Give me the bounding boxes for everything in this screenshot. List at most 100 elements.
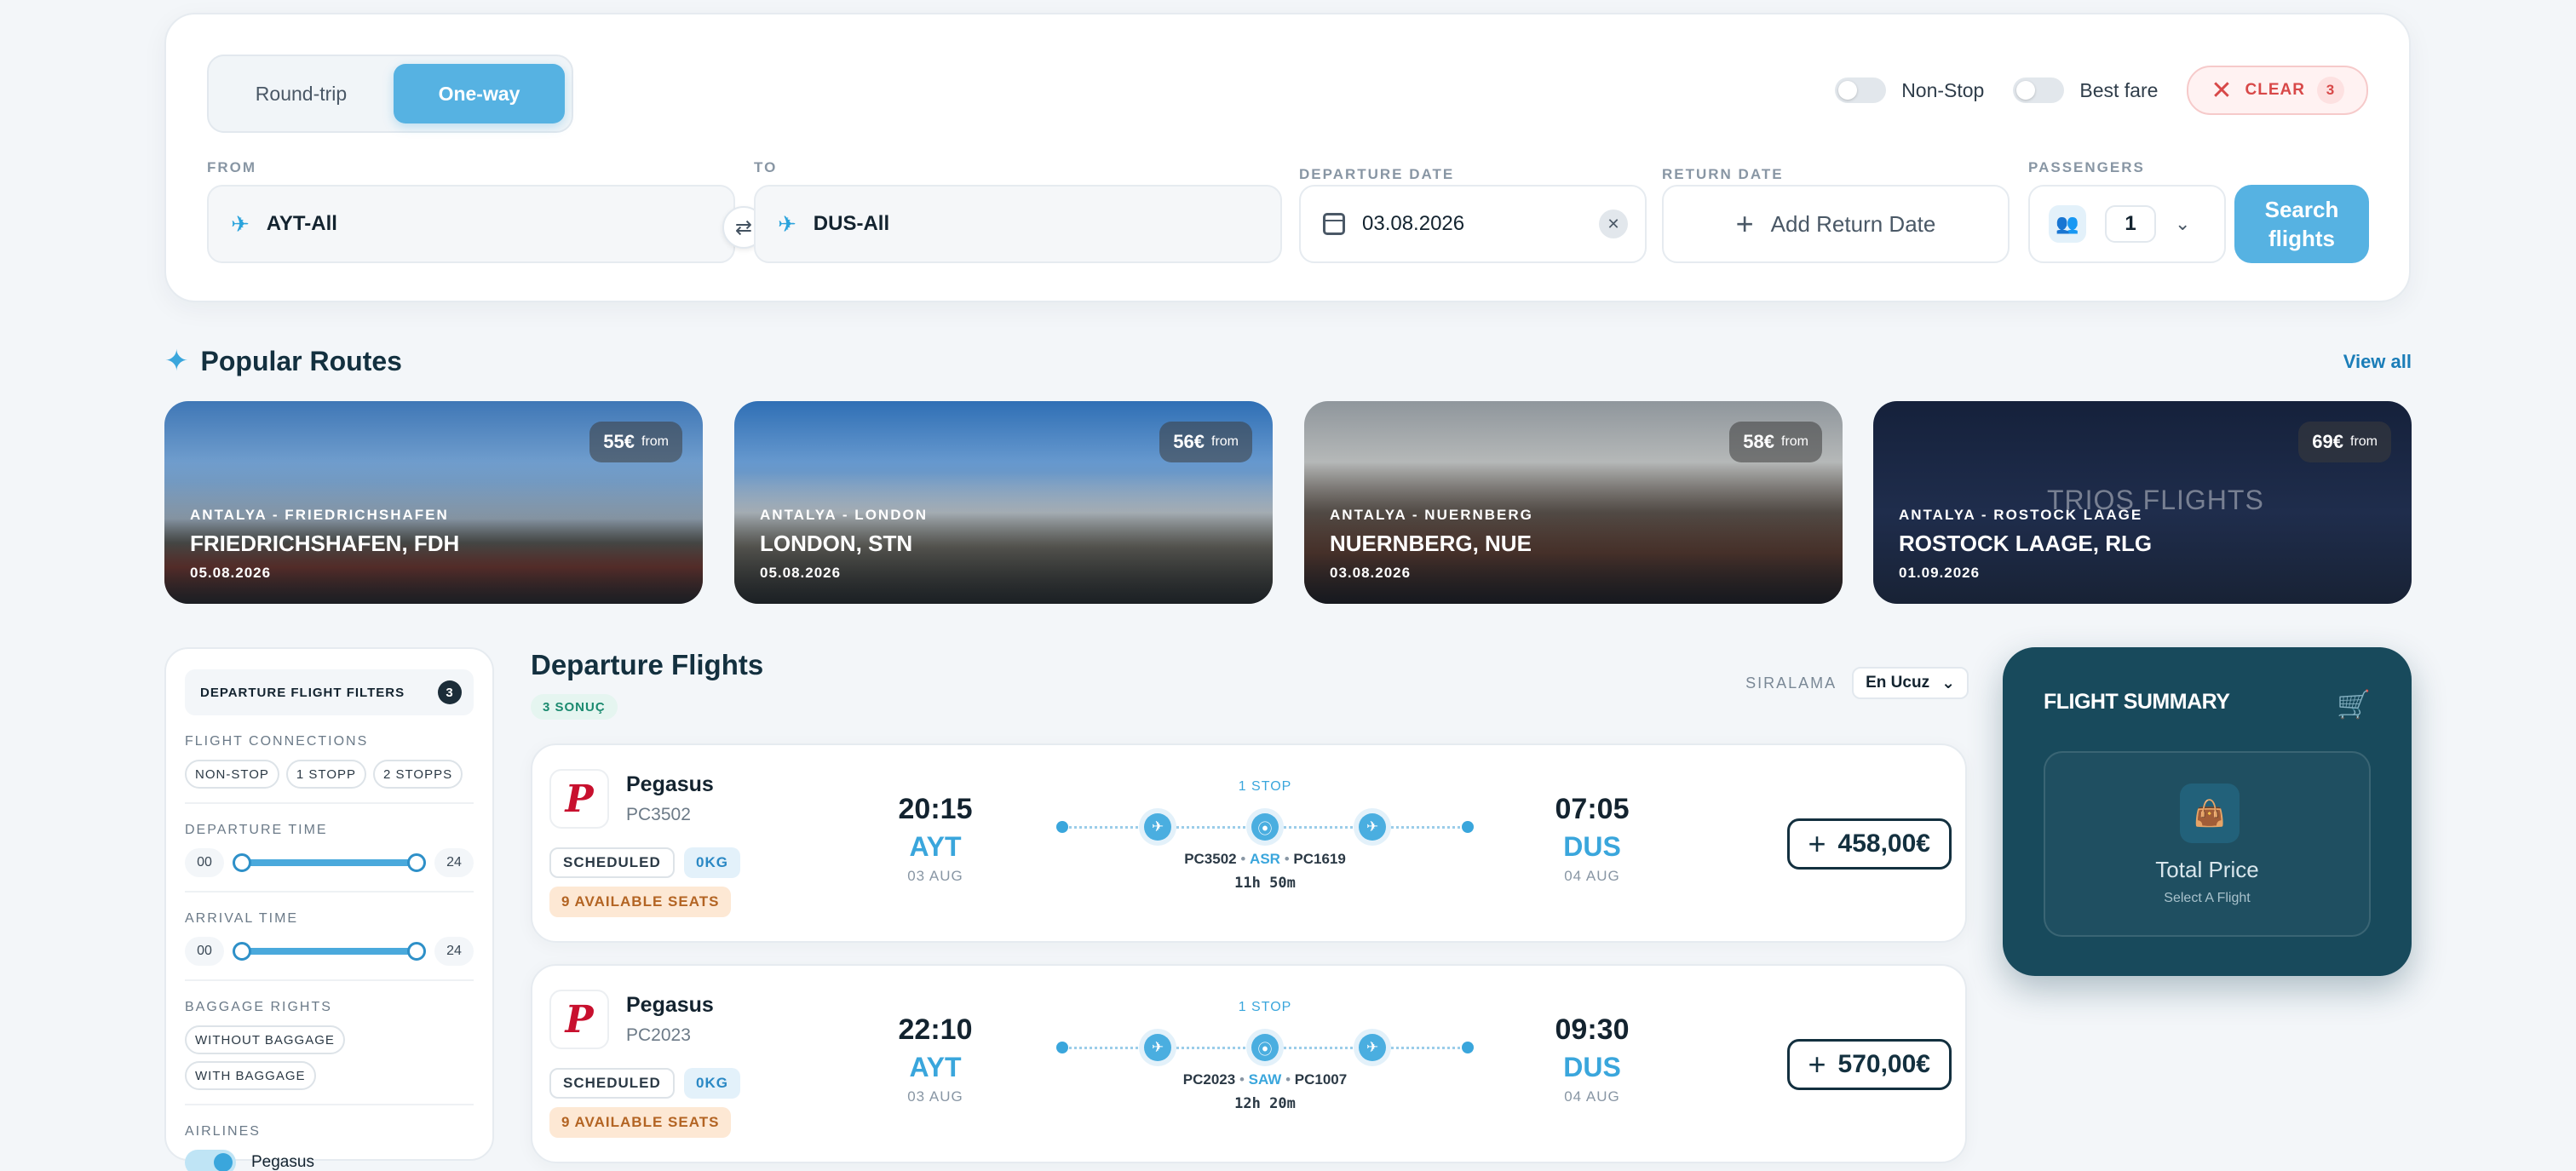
best-fare-switch[interactable] <box>2013 77 2065 103</box>
search-panel: Round-trip One-way Non-Stop Best fare ✕ … <box>164 13 2411 302</box>
route-price-badge: 69€ from <box>2298 422 2391 462</box>
route-price: 55€ <box>603 431 635 452</box>
one-stop-chip[interactable]: 1 STOPP <box>285 760 366 789</box>
arrival-min-handle[interactable] <box>233 942 251 961</box>
arrival-time-slider: 00 24 <box>185 937 474 966</box>
seats-badge: 9 AVAILABLE SEATS <box>549 1107 732 1138</box>
clear-button[interactable]: ✕ CLEAR 3 <box>2187 66 2368 115</box>
route-card-london[interactable]: 56€ from ANTALYA - LONDON LONDON, STN 05.… <box>734 401 1273 604</box>
to-field[interactable]: ✈ DUS-All <box>754 185 1282 263</box>
route-date: 05.08.2026 <box>760 565 842 581</box>
airline-filter-pegasus[interactable]: Pegasus <box>185 1150 474 1171</box>
with-baggage-chip[interactable]: WITH BAGGAGE <box>185 1061 316 1090</box>
route-card-rostock[interactable]: TRIOS FLIGHTS 69€ from ANTALYA - ROSTOCK … <box>1873 401 2412 604</box>
arrival-time: 09:30 <box>1555 1013 1630 1046</box>
leg-one: PC2023 <box>1182 1071 1236 1088</box>
from-label: FROM <box>207 159 257 175</box>
route-city: NUERNBERG, NUE <box>1330 531 1532 556</box>
origin-dot <box>1056 1042 1068 1053</box>
view-all-link[interactable]: View all <box>2343 351 2412 373</box>
add-return-date-button[interactable]: + Add Return Date <box>1662 185 2010 263</box>
departure-block: 22:10 AYT 03 AUG <box>867 1013 1003 1105</box>
departure-min-handle[interactable] <box>233 853 251 872</box>
route-date: 05.08.2026 <box>190 565 272 581</box>
flight-route: 1 STOP ✈ ⦿ ✈ PC2023 • SAW • PC1007 12h 2… <box>1056 1000 1474 1112</box>
route-price-from: from <box>641 434 669 449</box>
plane-landing-icon: ✈ <box>778 210 796 237</box>
sort-select[interactable]: En Ucuz ⌄ <box>1852 667 1969 699</box>
departure-date-field[interactable]: 03.08.2026 ✕ <box>1299 185 1647 263</box>
arrival-max-handle[interactable] <box>407 942 426 961</box>
arrival-track[interactable] <box>233 942 426 961</box>
departure-min: 00 <box>185 848 224 877</box>
best-fare-toggle[interactable]: Best fare <box>2013 77 2158 103</box>
departure-block: 20:15 AYT 03 AUG <box>867 793 1003 885</box>
from-value: AYT-All <box>266 212 337 235</box>
route-subtitle: ANTALYA - FRIEDRICHSHAFEN <box>190 507 449 523</box>
from-field[interactable]: ✈ AYT-All <box>207 185 735 263</box>
sort-label: SIRALAMA <box>1745 674 1837 692</box>
users-icon: 👥 <box>2049 205 2086 243</box>
plane-takeoff-icon: ✈ <box>231 210 250 237</box>
non-stop-label: Non-Stop <box>1901 78 1985 101</box>
status-badge: SCHEDULED <box>549 847 675 878</box>
passengers-field[interactable]: 👥 1 ⌄ <box>2028 185 2226 263</box>
clear-date-icon[interactable]: ✕ <box>1599 210 1628 238</box>
arrival-code: DUS <box>1563 1052 1621 1082</box>
route-date: 01.09.2026 <box>1899 565 1981 581</box>
sort-value: En Ucuz <box>1866 674 1930 692</box>
select-flight-button[interactable]: + 458,00€ <box>1786 818 1952 870</box>
non-stop-switch[interactable] <box>1835 77 1887 103</box>
flight-filters-panel: DEPARTURE FLIGHT FILTERS 3 FLIGHT CONNEC… <box>164 647 494 1171</box>
baggage-chips: WITHOUT BAGGAGE WITH BAGGAGE <box>185 1025 474 1090</box>
plane-icon: ✈ <box>1359 813 1386 841</box>
shopping-bag-icon: 👜 <box>2180 784 2240 843</box>
non-stop-toggle[interactable]: Non-Stop <box>1835 77 1984 103</box>
without-baggage-chip[interactable]: WITHOUT BAGGAGE <box>185 1025 345 1054</box>
departure-time: 22:10 <box>898 1013 973 1046</box>
route-subtitle: ANTALYA - LONDON <box>760 507 928 523</box>
baggage-label: BAGGAGE RIGHTS <box>185 1000 332 1014</box>
filters-title: DEPARTURE FLIGHT FILTERS <box>200 685 405 700</box>
round-trip-option[interactable]: Round-trip <box>216 64 387 123</box>
flight-legs: PC3502 • ASR • PC1619 <box>1184 851 1346 867</box>
flight-card[interactable]: P Pegasus PC3502 SCHEDULED 0KG 9 AVAILAB… <box>531 743 1967 943</box>
seats-badge: 9 AVAILABLE SEATS <box>549 887 732 917</box>
one-way-option[interactable]: One-way <box>394 64 565 123</box>
departure-max-handle[interactable] <box>407 853 426 872</box>
flight-card[interactable]: P Pegasus PC2023 SCHEDULED 0KG 9 AVAILAB… <box>531 964 1967 1163</box>
non-stop-chip[interactable]: NON-STOP <box>185 760 279 789</box>
departure-day: 03 AUG <box>907 868 963 884</box>
popular-routes-title: ✦ Popular Routes <box>164 344 402 378</box>
map-pin-icon: ⦿ <box>1251 1034 1279 1061</box>
airline-switch[interactable] <box>185 1150 236 1171</box>
two-stops-chip[interactable]: 2 STOPPS <box>373 760 463 789</box>
arrival-min: 00 <box>185 937 224 966</box>
to-label: TO <box>754 159 778 175</box>
route-city: FRIEDRICHSHAFEN, FDH <box>190 531 460 556</box>
route-price-badge: 56€ from <box>1159 422 1252 462</box>
plus-icon: + <box>1808 1047 1826 1082</box>
route-price-from: from <box>1211 434 1239 449</box>
plane-icon: ✈ <box>1144 813 1171 841</box>
baggage-badge: 0KG <box>684 1068 740 1099</box>
plus-icon: + <box>1808 826 1826 861</box>
passengers-count: 1 <box>2105 205 2156 243</box>
route-card-nuernberg[interactable]: 58€ from ANTALYA - NUERNBERG NUERNBERG, N… <box>1304 401 1843 604</box>
departure-track[interactable] <box>233 853 426 872</box>
select-flight-button[interactable]: + 570,00€ <box>1786 1039 1952 1090</box>
cart-icon[interactable]: 🛒 <box>2337 688 2371 720</box>
departure-time: 20:15 <box>898 793 973 825</box>
total-price-label: Total Price <box>2155 857 2259 882</box>
filters-header[interactable]: DEPARTURE FLIGHT FILTERS 3 <box>185 669 474 715</box>
route-city: ROSTOCK LAAGE, RLG <box>1899 531 2153 556</box>
arrival-time-label: ARRIVAL TIME <box>185 911 299 926</box>
flight-price: 570,00€ <box>1837 1050 1930 1078</box>
departure-code: AYT <box>909 831 962 862</box>
search-flights-button[interactable]: Search flights <box>2234 185 2369 263</box>
plane-icon: ✈ <box>1144 1034 1171 1061</box>
calendar-icon <box>1323 213 1345 235</box>
route-price: 56€ <box>1173 431 1205 452</box>
route-card-friedrichshafen[interactable]: 55€ from ANTALYA - FRIEDRICHSHAFEN FRIEDR… <box>164 401 703 604</box>
passengers-label: PASSENGERS <box>2028 159 2145 175</box>
